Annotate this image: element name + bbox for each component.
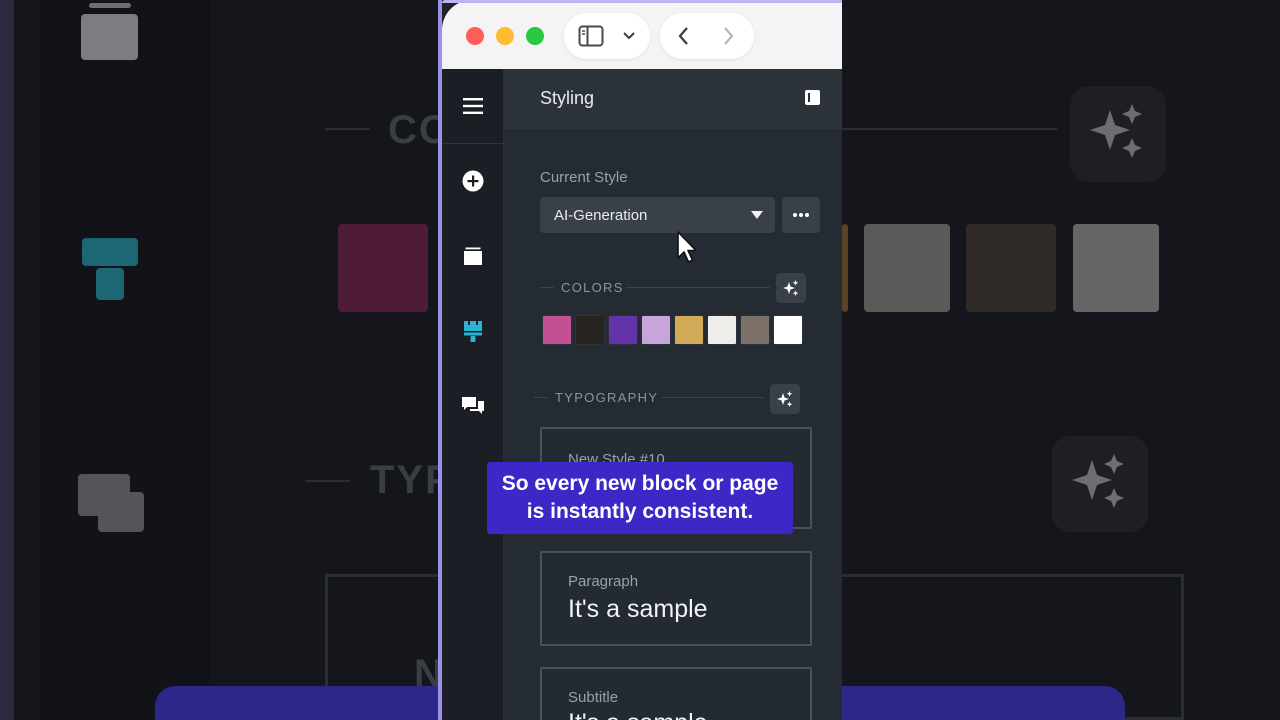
maximize-window-button[interactable] <box>526 27 544 45</box>
current-style-label: Current Style <box>540 169 628 186</box>
color-swatch[interactable] <box>773 315 803 345</box>
styling-icon[interactable] <box>461 319 485 343</box>
bg-swatch <box>966 224 1056 312</box>
video-caption: So every new block or page is instantly … <box>487 462 793 534</box>
color-swatch[interactable] <box>575 315 605 345</box>
bg-sidebar <box>40 0 210 720</box>
color-swatch[interactable] <box>641 315 671 345</box>
sparkle-icon <box>783 280 799 296</box>
style-label: Subtitle <box>568 689 619 706</box>
comments-icon[interactable] <box>461 394 485 418</box>
color-swatch[interactable] <box>542 315 572 345</box>
divider <box>534 397 548 398</box>
bg-pages-icon <box>81 14 138 60</box>
add-icon[interactable] <box>461 169 485 193</box>
pages-icon[interactable] <box>461 244 485 268</box>
current-style-dropdown[interactable]: AI-Generation <box>540 197 775 233</box>
colors-heading: COLORS <box>561 280 624 295</box>
typography-heading: TYPOGRAPHY <box>555 390 659 405</box>
color-swatch[interactable] <box>740 315 770 345</box>
chevron-down-icon[interactable] <box>622 31 636 41</box>
styling-panel: Styling Current Style AI-Generation COLO… <box>504 69 842 720</box>
style-sample: It's a sample <box>568 709 708 720</box>
bg-comments-icon-2 <box>98 492 144 532</box>
divider <box>626 287 770 288</box>
navigation-control <box>660 13 754 59</box>
bg-styling-icon <box>82 238 138 266</box>
bg-swatch <box>1073 224 1159 312</box>
bg-left-strip <box>0 0 14 720</box>
left-toolbar <box>442 69 504 720</box>
typography-style-card[interactable]: Paragraph It's a sample <box>540 551 812 646</box>
bg-swatch <box>864 224 950 312</box>
bg-rule <box>325 128 370 130</box>
sparkle-icon <box>777 391 793 407</box>
forward-arrow-icon[interactable] <box>720 25 736 47</box>
bg-styling-icon-base <box>96 268 124 300</box>
color-swatch[interactable] <box>707 315 737 345</box>
back-arrow-icon[interactable] <box>676 25 692 47</box>
typography-style-card[interactable]: Subtitle It's a sample <box>540 667 812 720</box>
style-sample: It's a sample <box>568 595 708 623</box>
bg-pages-icon-top <box>89 3 131 8</box>
close-window-button[interactable] <box>466 27 484 45</box>
menu-icon[interactable] <box>461 94 485 118</box>
ai-typography-button[interactable] <box>770 384 800 414</box>
window-titlebar <box>442 0 842 69</box>
style-options-button[interactable] <box>782 197 820 233</box>
ai-colors-button[interactable] <box>776 273 806 303</box>
caret-down-icon <box>751 211 763 219</box>
more-dots-icon <box>805 213 809 217</box>
more-dots-icon <box>799 213 803 217</box>
panel-header: Styling <box>504 69 842 129</box>
divider <box>540 287 554 288</box>
menu-row <box>442 69 504 144</box>
panel-title: Styling <box>540 88 595 108</box>
caption-line: is instantly consistent. <box>526 500 754 523</box>
divider <box>662 397 764 398</box>
panel-collapse-icon[interactable] <box>805 90 820 105</box>
bg-swatch <box>842 224 848 312</box>
bg-sparkle-button <box>1070 86 1166 182</box>
color-swatch[interactable] <box>608 315 638 345</box>
bg-rule <box>842 128 1057 130</box>
mouse-cursor-icon <box>677 231 697 263</box>
bg-swatch <box>338 224 428 312</box>
caption-line: So every new block or page <box>501 472 779 495</box>
sidebar-toggle-control[interactable] <box>564 13 650 59</box>
color-swatch[interactable] <box>674 315 704 345</box>
more-dots-icon <box>793 213 797 217</box>
current-style-value: AI-Generation <box>554 207 648 224</box>
bg-rule <box>305 480 350 482</box>
bg-sparkle-button <box>1052 436 1148 532</box>
app-window: Styling Current Style AI-Generation COLO… <box>438 0 842 720</box>
style-label: Paragraph <box>568 573 639 590</box>
window-edge <box>438 0 442 720</box>
minimize-window-button[interactable] <box>496 27 514 45</box>
sidebar-toggle-icon[interactable] <box>578 25 604 47</box>
